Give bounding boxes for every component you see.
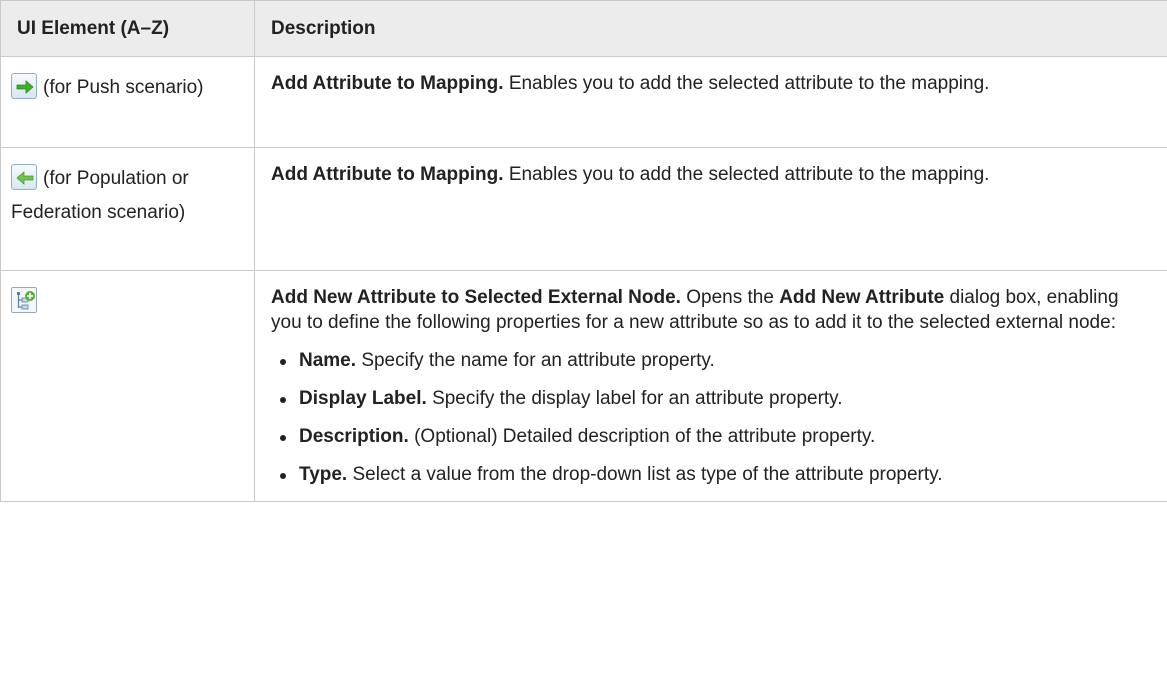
ui-element-cell: [0, 270, 255, 502]
list-item: Name. Specify the name for an attribute …: [271, 335, 1153, 373]
property-label: Display Label.: [299, 388, 427, 409]
property-text: Specify the display label for an attribu…: [432, 388, 843, 409]
description-cell: Add Attribute to Mapping. Enables you to…: [254, 56, 1167, 148]
property-label: Name.: [299, 350, 357, 371]
table-row: Add New Attribute to Selected External N…: [0, 270, 1167, 502]
description-text: Enables you to add the selected attribut…: [508, 164, 990, 185]
table-header-row: UI Element (A–Z) Description: [0, 0, 1167, 57]
arrow-right-icon[interactable]: [11, 72, 37, 99]
add-attribute-icon[interactable]: [11, 286, 37, 313]
description-title: Add New Attribute to Selected External N…: [271, 287, 681, 308]
property-label: Type.: [299, 464, 348, 485]
table-row: (for Push scenario) Add Attribute to Map…: [0, 56, 1167, 148]
description-title: Add Attribute to Mapping.: [271, 73, 504, 94]
property-label: Description.: [299, 426, 409, 447]
property-text: Select a value from the drop-down list a…: [352, 464, 943, 485]
description-cell: Add New Attribute to Selected External N…: [254, 270, 1167, 502]
dialog-name: Add New Attribute: [779, 287, 945, 308]
ui-element-label: (for Push scenario): [43, 77, 204, 98]
table-row: (for Population or Federation scenario) …: [0, 147, 1167, 271]
property-text: Specify the name for an attribute proper…: [361, 350, 715, 371]
description-text: Enables you to add the selected attribut…: [508, 73, 990, 94]
column-header-ui-element: UI Element (A–Z): [0, 0, 255, 57]
list-item: Display Label. Specify the display label…: [271, 373, 1153, 411]
description-text-pre: Opens the: [686, 287, 774, 308]
list-item: Type. Select a value from the drop-down …: [271, 449, 1153, 487]
list-item: Description. (Optional) Detailed descrip…: [271, 411, 1153, 449]
ui-element-cell: (for Population or Federation scenario): [0, 147, 255, 271]
column-header-description: Description: [254, 0, 1167, 57]
property-list: Name. Specify the name for an attribute …: [271, 335, 1153, 487]
arrow-left-icon[interactable]: [11, 163, 37, 190]
description-cell: Add Attribute to Mapping. Enables you to…: [254, 147, 1167, 271]
description-title: Add Attribute to Mapping.: [271, 164, 504, 185]
ui-elements-table: UI Element (A–Z) Description (for Push s…: [0, 0, 1167, 502]
property-text: (Optional) Detailed description of the a…: [414, 426, 876, 447]
ui-element-cell: (for Push scenario): [0, 56, 255, 148]
